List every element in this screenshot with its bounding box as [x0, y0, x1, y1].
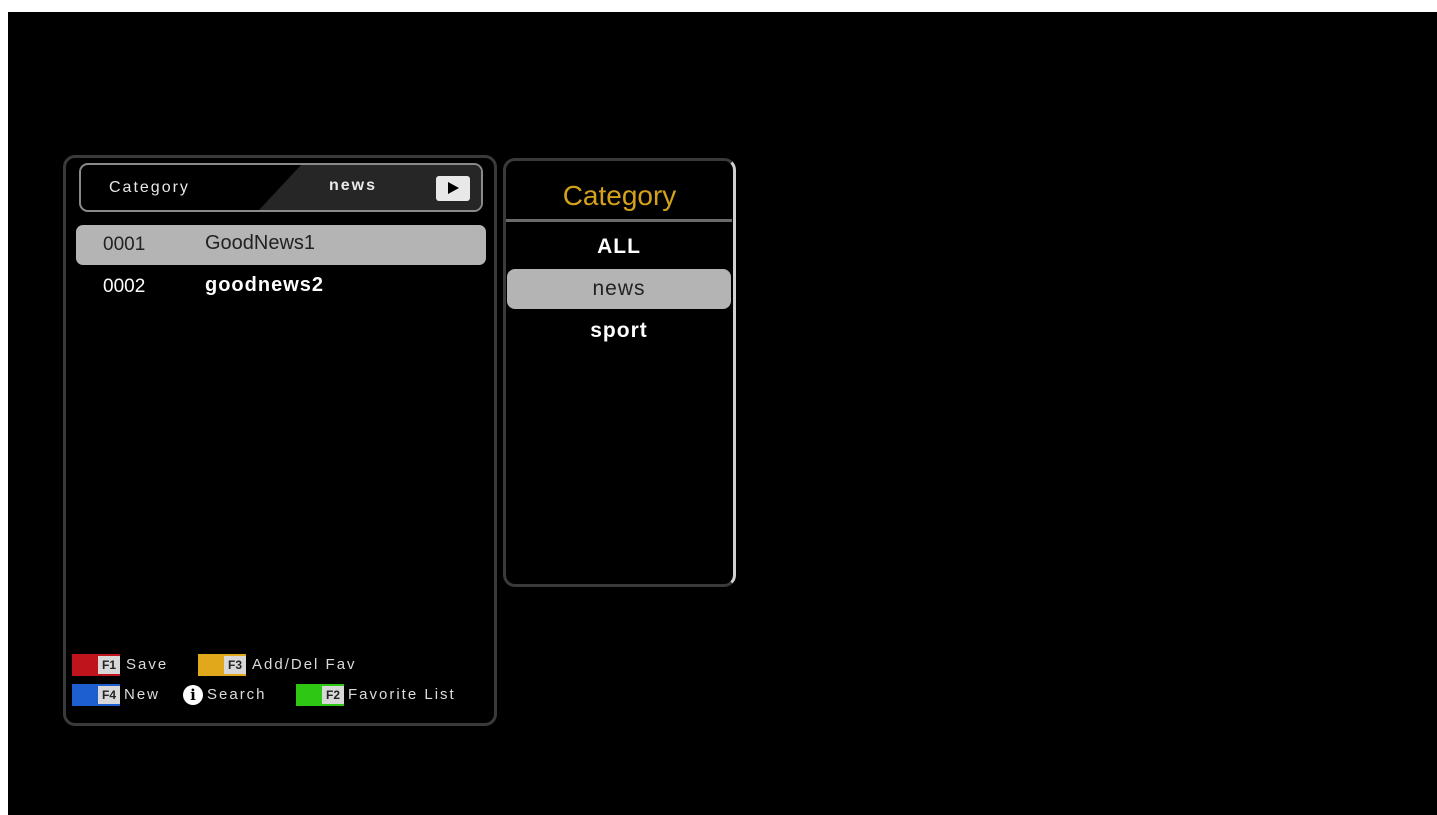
category-panel: [503, 158, 736, 587]
play-arrow-icon[interactable]: [436, 176, 470, 201]
new-label: New: [124, 686, 161, 703]
f1-key-icon[interactable]: F1: [72, 654, 120, 676]
category-divider: [506, 219, 732, 222]
save-label: Save: [126, 656, 169, 673]
channel-row[interactable]: 0002 goodnews2: [76, 267, 486, 307]
add-del-fav-label: Add/Del Fav: [252, 656, 357, 673]
f2-key-icon[interactable]: F2: [296, 684, 344, 706]
category-panel-title: Category: [562, 180, 677, 211]
channel-name: goodnews2: [205, 274, 325, 296]
category-selector-label: Category: [109, 179, 190, 196]
f4-key-icon[interactable]: F4: [72, 684, 120, 706]
search-label: Search: [207, 686, 267, 703]
channel-number: 0002: [103, 276, 146, 297]
category-item-all[interactable]: ALL: [507, 227, 731, 267]
category-selector-value: news: [329, 177, 378, 194]
favorite-list-label: Favorite List: [348, 686, 456, 703]
info-icon[interactable]: i: [183, 685, 203, 705]
channel-number: 0001: [103, 234, 146, 255]
channel-row[interactable]: 0001 GoodNews1: [76, 225, 486, 265]
category-item-sport[interactable]: sport: [507, 311, 731, 351]
f3-key-icon[interactable]: F3: [198, 654, 246, 676]
category-selector[interactable]: Category news: [79, 163, 483, 212]
channel-name: GoodNews1: [205, 232, 316, 254]
category-item-news[interactable]: news: [507, 269, 731, 309]
